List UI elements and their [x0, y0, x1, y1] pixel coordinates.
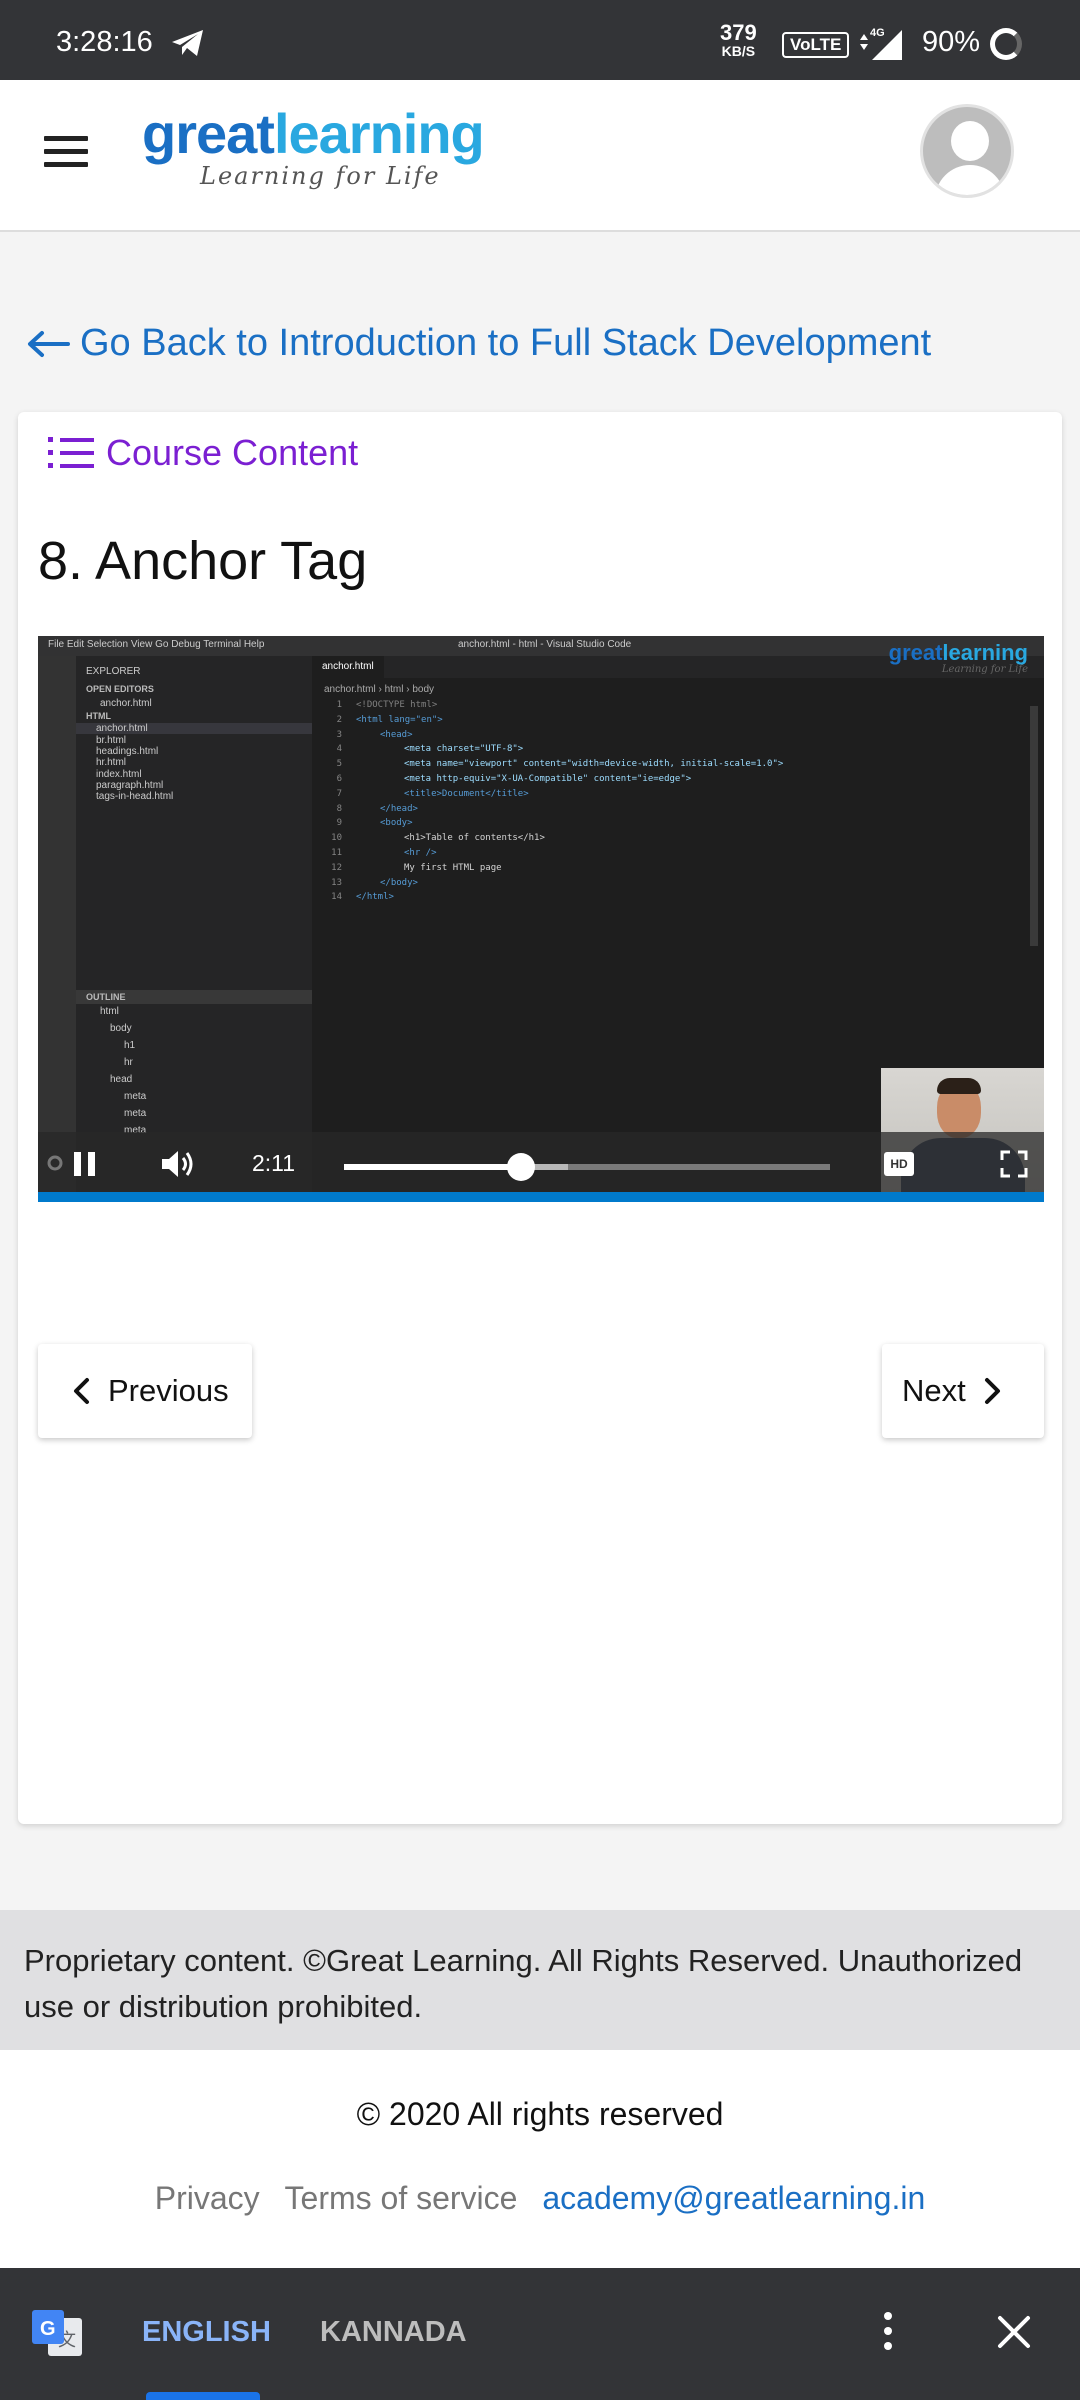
translate-bar: 文 G ENGLISH KANNADA	[0, 2268, 1080, 2400]
volte-badge: VoLTE	[782, 32, 850, 58]
status-bar: 3:28:16 379 KB/S VoLTE 4G 90%	[0, 0, 1080, 80]
battery-percent: 90%	[922, 26, 981, 58]
pause-button[interactable]	[74, 1152, 96, 1176]
course-content-label: Course Content	[106, 432, 359, 473]
previous-label: Previous	[108, 1373, 229, 1408]
network-speed: 379 KB/S	[720, 20, 757, 59]
lang-english-tab[interactable]: ENGLISH	[142, 2316, 271, 2349]
email-link[interactable]: academy@greatlearning.in	[542, 2180, 925, 2216]
copyright-text: © 2020 All rights reserved	[356, 2096, 724, 2132]
fullscreen-icon[interactable]	[1000, 1150, 1028, 1178]
played-bar	[344, 1164, 522, 1170]
google-translate-icon: 文 G	[32, 2310, 82, 2356]
battery-icon	[990, 28, 1022, 60]
video-watermark-logo: greatlearning Learning for Life	[888, 640, 1028, 676]
status-time: 3:28:16	[56, 26, 153, 58]
next-button[interactable]: Next	[882, 1344, 1044, 1438]
editor-menu: File Edit Selection View Go Debug Termin…	[48, 639, 265, 650]
lesson-card: Course Content 8. Anchor Tag File Edit S…	[18, 412, 1062, 1824]
course-content-link[interactable]: Course Content	[46, 432, 358, 474]
editor-breadcrumb: anchor.html › html › body	[324, 684, 435, 695]
proprietary-notice: Proprietary content. ©Great Learning. Al…	[0, 1910, 1080, 2050]
active-tab-indicator	[146, 2392, 260, 2400]
hd-quality-button[interactable]: HD	[884, 1152, 914, 1176]
arrow-left-icon	[28, 330, 70, 357]
close-icon[interactable]	[994, 2312, 1034, 2352]
privacy-link[interactable]: Privacy	[155, 2180, 260, 2216]
progress-track[interactable]	[344, 1153, 830, 1181]
video-controls: 2:11 HD	[38, 1132, 1044, 1192]
list-icon	[48, 437, 94, 468]
editor-window-title: anchor.html - html - Visual Studio Code	[458, 639, 632, 650]
settings-icon[interactable]	[46, 1154, 64, 1172]
more-options-icon[interactable]	[884, 2312, 892, 2357]
greatlearning-logo[interactable]: greatlearning Learning for Life	[142, 106, 485, 191]
editor-explorer: EXPLORER OPEN EDITORS anchor.html HTML a…	[76, 656, 312, 1192]
telegram-icon	[172, 30, 203, 56]
video-player[interactable]: File Edit Selection View Go Debug Termin…	[38, 636, 1044, 1202]
volume-icon[interactable]	[160, 1148, 196, 1180]
menu-icon[interactable]	[44, 136, 88, 168]
code-listing: 1 <!DOCTYPE html> 2 <html lang="en"> 3 <hea…	[331, 700, 784, 903]
chevron-left-icon	[74, 1378, 89, 1404]
terms-link[interactable]: Terms of service	[285, 2180, 518, 2216]
user-avatar[interactable]	[920, 104, 1014, 198]
chevron-right-icon	[984, 1378, 1000, 1404]
editor-statusbar	[38, 1192, 1044, 1202]
svg-text:4G: 4G	[870, 27, 885, 39]
progress-thumb[interactable]	[507, 1153, 536, 1181]
lang-kannada-tab[interactable]: KANNADA	[320, 2316, 467, 2349]
footer-links: Privacy Terms of service academy@greatle…	[0, 2180, 1080, 2217]
back-link[interactable]: Go Back to Introduction to Full Stack De…	[26, 322, 931, 365]
app-header: greatlearning Learning for Life	[0, 80, 1080, 232]
editor-activity-bar	[38, 656, 76, 1192]
current-time: 2:11	[252, 1150, 296, 1176]
previous-button[interactable]: Previous	[38, 1344, 252, 1438]
signal-icon: 4G	[860, 27, 902, 60]
page-footer: © 2020 All rights reserved Privacy Terms…	[0, 2050, 1080, 2268]
svg-text:G: G	[40, 2318, 56, 2340]
lesson-title: 8. Anchor Tag	[38, 531, 368, 591]
editor-tab: anchor.html	[312, 656, 384, 678]
next-label: Next	[902, 1373, 966, 1408]
back-link-label: Go Back to Introduction to Full Stack De…	[80, 322, 932, 364]
